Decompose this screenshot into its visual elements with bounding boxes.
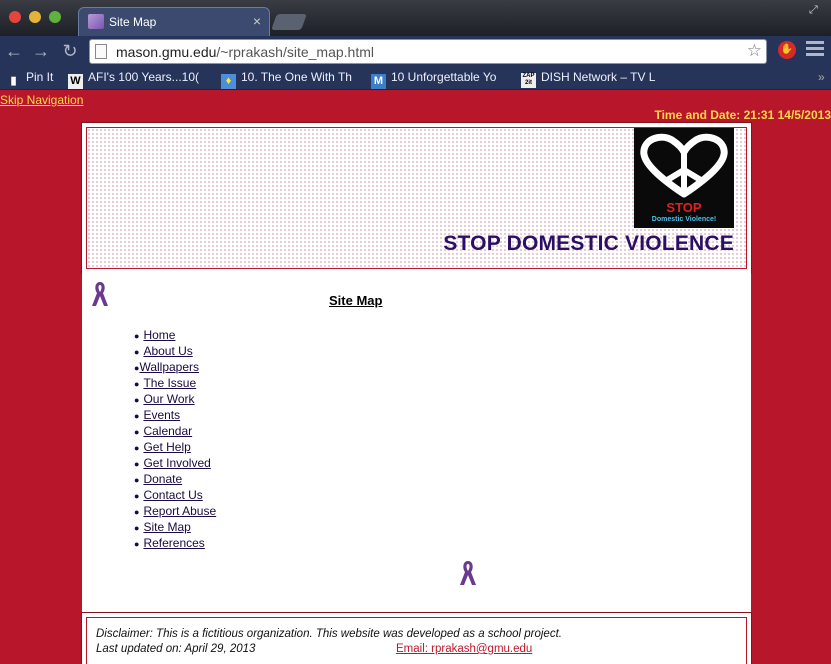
site-banner: STOP Domestic Violence! STOP DOMESTIC VI… [81, 122, 752, 274]
bookmark-label: Pin It [26, 70, 54, 84]
donate-link[interactable]: Donate [143, 472, 182, 486]
page-title: Site Map [329, 293, 383, 308]
time-and-date: Time and Date: 21:31 14/5/2013 [654, 108, 831, 122]
awareness-ribbon-icon [92, 282, 108, 306]
the-issue-link[interactable]: The Issue [143, 376, 196, 390]
window-titlebar: Site Map × ⤢ [0, 0, 831, 36]
wikipedia-icon: W [68, 74, 83, 89]
back-arrow-icon[interactable]: ← [3, 40, 25, 62]
banner-pattern: STOP Domestic Violence! STOP DOMESTIC VI… [86, 127, 747, 269]
list-item: ● About Us [134, 344, 193, 358]
wallpapers-link[interactable]: Wallpapers [139, 360, 199, 374]
tab-title: Site Map [109, 15, 157, 29]
list-item: ●Wallpapers [134, 360, 200, 374]
stop-domestic-violence-logo: STOP Domestic Violence! [634, 128, 734, 228]
awareness-ribbon-icon [460, 561, 476, 585]
last-updated-text: Last updated on: April 29, 2013 [96, 643, 256, 655]
events-link[interactable]: Events [143, 408, 180, 422]
list-item: ● Donate [134, 472, 183, 486]
pin-icon: ▮ [10, 75, 17, 87]
browser-tab[interactable]: Site Map × [78, 7, 270, 36]
bookmarks-bar: ▮ Pin It W AFI's 100 Years...10( ♦ 10. The … [0, 66, 831, 90]
list-item: ● Calendar [134, 424, 193, 438]
peace-heart-icon [640, 133, 728, 198]
home-link[interactable]: Home [143, 328, 175, 342]
about-us-link[interactable]: About Us [143, 344, 192, 358]
address-bar[interactable]: mason.gmu.edu/~rprakash/site_map.html ☆ [89, 39, 767, 64]
bookmark-label: 10. The One With Th [241, 70, 352, 84]
favicon-icon [88, 14, 104, 29]
banner-title: STOP DOMESTIC VIOLENCE [443, 232, 734, 255]
bookmark-label: 10 Unforgettable Yo [391, 70, 497, 84]
list-item: ● Our Work [134, 392, 195, 406]
tv-icon: ♦ [221, 74, 236, 89]
list-item: ● Get Help [134, 440, 191, 454]
bookmark-label: AFI's 100 Years...10( [88, 70, 200, 84]
calendar-link[interactable]: Calendar [143, 424, 192, 438]
url-host: mason.gmu.edu [116, 44, 217, 60]
more-bookmarks-icon[interactable]: » [818, 70, 825, 84]
bookmark-item[interactable]: M 10 Unforgettable Yo [371, 70, 507, 89]
our-work-link[interactable]: Our Work [143, 392, 194, 406]
logo-subtitle: Domestic Violence! [651, 216, 717, 223]
minimize-window-button[interactable] [29, 11, 41, 23]
sitemap-link-list: ● Home ● About Us ●Wallpapers ● The Issue ●… [134, 328, 216, 552]
logo-stop-text: STOP [666, 200, 702, 215]
adblock-stop-icon[interactable]: ✋ [778, 41, 796, 59]
bookmark-item[interactable]: ZAP 2it DISH Network – TV L [521, 70, 656, 88]
disclaimer-text: Disclaimer: This is a fictitious organiz… [96, 628, 562, 640]
menu-icon[interactable] [806, 41, 824, 59]
get-help-link[interactable]: Get Help [143, 440, 190, 454]
get-involved-link[interactable]: Get Involved [143, 456, 210, 470]
list-item: ● Report Abuse [134, 504, 217, 518]
site-map-link[interactable]: Site Map [143, 520, 190, 534]
list-item: ● The Issue [134, 376, 197, 390]
list-item: ● Events [134, 408, 181, 422]
maximize-window-button[interactable] [49, 11, 61, 23]
url-path: /~rprakash/site_map.html [216, 44, 374, 60]
reload-icon[interactable]: ↻ [59, 40, 81, 62]
zap2it-icon: ZAP 2it [521, 73, 536, 88]
skip-navigation-link[interactable]: Skip Navigation [0, 93, 83, 107]
forward-arrow-icon[interactable]: → [30, 40, 52, 62]
list-item: ● Site Map [134, 520, 191, 534]
list-item: ● References [134, 536, 205, 550]
close-window-button[interactable] [9, 11, 21, 23]
fullscreen-icon[interactable]: ⤢ [809, 4, 823, 18]
email-link[interactable]: Email: rprakash@gmu.edu [396, 643, 532, 655]
browser-toolbar: ← → ↻ mason.gmu.edu/~rprakash/site_map.h… [0, 36, 831, 66]
bookmark-label: DISH Network – TV L [541, 70, 656, 84]
contact-us-link[interactable]: Contact Us [143, 488, 202, 502]
page-footer: Disclaimer: This is a fictitious organiz… [81, 612, 752, 664]
bookmark-item[interactable]: W AFI's 100 Years...10( [68, 70, 208, 89]
main-content: Site Map ● Home ● About Us ●Wallpapers ● Th… [82, 273, 751, 613]
url-text[interactable]: mason.gmu.edu/~rprakash/site_map.html [116, 44, 374, 60]
report-abuse-link[interactable]: Report Abuse [143, 504, 216, 518]
list-item: ● Home [134, 328, 176, 342]
list-item: ● Contact Us [134, 488, 203, 502]
close-tab-icon[interactable]: × [253, 13, 261, 29]
m-icon: M [371, 74, 386, 89]
references-link[interactable]: References [143, 536, 204, 550]
new-tab-button[interactable] [271, 14, 307, 30]
bookmark-item[interactable]: ▮ Pin It [6, 70, 66, 89]
list-item: ● Get Involved [134, 456, 211, 470]
bookmark-item[interactable]: ♦ 10. The One With Th [221, 70, 358, 89]
page-icon [95, 44, 107, 59]
bookmark-star-icon[interactable]: ☆ [747, 41, 762, 61]
